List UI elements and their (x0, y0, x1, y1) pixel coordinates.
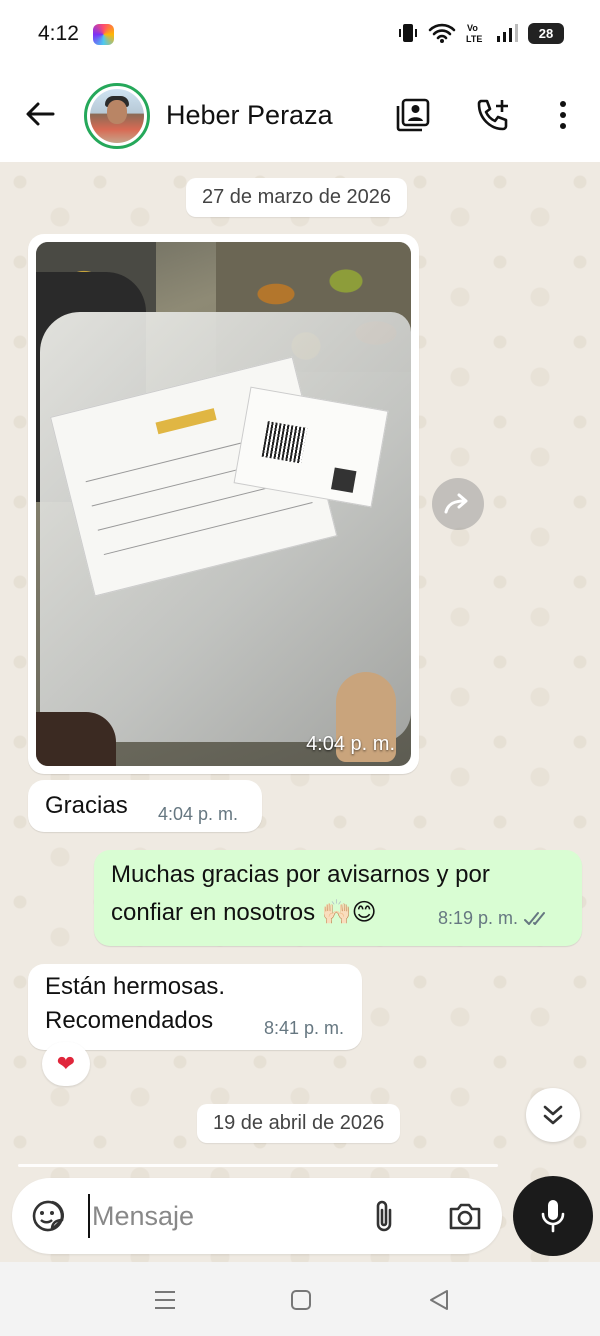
message-time: 8:41 p. m. (264, 1018, 345, 1038)
back-button[interactable] (22, 96, 58, 132)
message-line: confiar en nosotros 🙌🏻😊 (111, 899, 377, 926)
home-button[interactable] (286, 1286, 316, 1314)
chat-area[interactable]: 27 de marzo de 2026 4:04 p. m. Gracias 4… (0, 162, 600, 1262)
message-composer (12, 1178, 502, 1254)
contact-card-icon (396, 98, 430, 132)
message-time: 8:19 p. m. (438, 908, 519, 928)
forward-icon (444, 493, 468, 514)
outgoing-message-bubble[interactable]: Muchas gracias por avisarnos y por confi… (94, 850, 582, 946)
microphone-icon (541, 1200, 565, 1233)
message-text: Están hermosas. Recomendados (45, 970, 225, 1038)
status-icons: Vo LTE 28 (398, 22, 564, 44)
heart-reaction[interactable]: ❤ (42, 1042, 90, 1086)
date-separator: 27 de marzo de 2026 (186, 178, 408, 217)
back-nav-button[interactable] (424, 1286, 454, 1314)
heart-icon: ❤ (56, 1051, 76, 1076)
phone-plus-icon (477, 99, 508, 131)
arrow-left-icon (26, 102, 55, 126)
sticker-icon (32, 1200, 64, 1232)
paperclip-icon (376, 1200, 392, 1232)
contact-card-button[interactable] (393, 95, 433, 135)
divider (18, 1164, 498, 1167)
read-ticks-icon (524, 911, 546, 925)
svg-text:Vo: Vo (467, 23, 478, 33)
message-text: Gracias (45, 792, 128, 819)
date-separator: 19 de abril de 2026 (197, 1104, 401, 1143)
message-line: Están hermosas. (45, 973, 226, 1000)
voice-message-button[interactable] (513, 1176, 593, 1256)
wifi-icon (428, 23, 456, 43)
system-navigation-bar (0, 1262, 600, 1336)
camera-button[interactable] (444, 1196, 486, 1236)
scroll-to-bottom-button[interactable] (526, 1088, 580, 1142)
attach-button[interactable] (364, 1196, 404, 1236)
message-bubble[interactable]: Están hermosas. Recomendados 8:41 p. m. (28, 964, 362, 1050)
message-photo[interactable]: 4:04 p. m. (36, 242, 411, 766)
signal-icon (497, 24, 518, 42)
chat-header: Heber Peraza (0, 68, 600, 162)
status-time: 4:12 (38, 22, 79, 45)
volte-icon: VoLTE (466, 23, 482, 44)
message-bubble[interactable]: Gracias 4:04 p. m. (28, 780, 262, 832)
add-call-button[interactable] (473, 95, 513, 135)
home-square-icon (291, 1290, 311, 1310)
status-bar: 4:12 Vo LTE 28 (0, 0, 600, 68)
message-time: 4:04 p. m. (158, 804, 239, 824)
recent-apps-button[interactable] (150, 1286, 180, 1314)
message-meta: 8:19 p. m. (438, 908, 550, 929)
avatar-photo (90, 89, 144, 143)
contact-name[interactable]: Heber Peraza (166, 100, 333, 131)
camera-icon (449, 1203, 481, 1230)
vibrate-icon (399, 24, 417, 42)
message-line: Recomendados (45, 1007, 214, 1034)
message-input[interactable] (88, 1194, 358, 1238)
message-line: Muchas gracias por avisarnos y por (111, 861, 490, 888)
forward-button[interactable] (432, 478, 484, 530)
message-time: 4:04 p. m. (306, 733, 395, 755)
triangle-back-icon (430, 1290, 448, 1310)
sticker-button[interactable] (28, 1196, 68, 1236)
image-message[interactable]: 4:04 p. m. (28, 234, 419, 774)
more-vertical-icon (560, 101, 566, 129)
app-notification-icon (93, 24, 114, 45)
battery-indicator: 28 (528, 22, 564, 44)
svg-text:LTE: LTE (466, 34, 482, 44)
avatar[interactable] (84, 83, 150, 149)
message-text: Muchas gracias por avisarnos y por confi… (111, 856, 490, 932)
more-options-button[interactable] (543, 95, 583, 135)
menu-icon (155, 1291, 175, 1309)
chevron-double-down-icon (543, 1105, 563, 1125)
